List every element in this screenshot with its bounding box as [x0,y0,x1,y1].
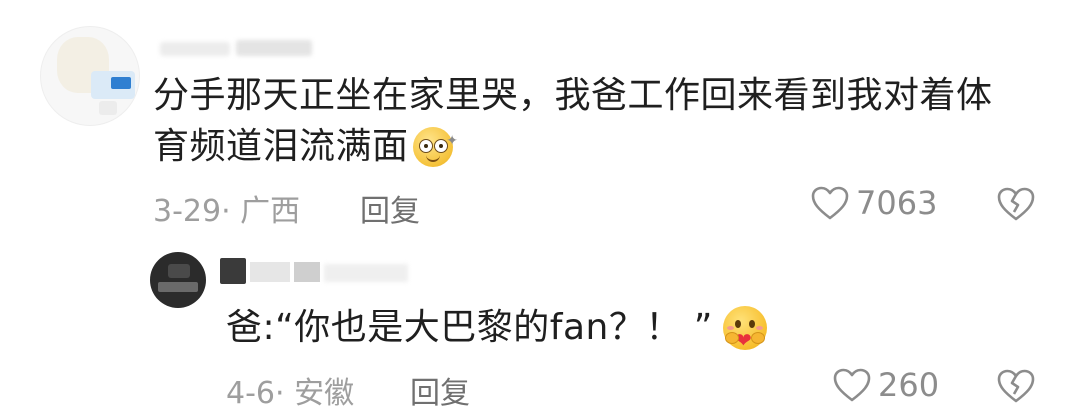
username-blurred[interactable] [220,256,420,286]
reply-button[interactable]: 回复 [410,368,470,412]
dislike-button[interactable] [996,186,1036,222]
comment-text: 分手那天正坐在家里哭，我爸工作回来看到我对着体 [153,75,993,116]
broken-heart-icon [997,187,1035,221]
reply-comment-text-row: 爸:“你也是大巴黎的fan？！ ” ❤ [226,306,767,350]
username-blurred[interactable] [160,36,320,62]
avatar[interactable] [150,252,206,308]
comment-date-location: 4-6· 安徽 [226,376,355,411]
reply-button[interactable]: 回复 [360,186,420,230]
dislike-button[interactable] [996,368,1036,404]
like-count: 260 [878,366,940,404]
comment-date-location: 3-29· 广西 [153,194,301,229]
reply-comment-text: 爸:“你也是大巴黎的fan？！ ” [226,307,713,348]
heart-outline-icon [811,186,849,220]
comment-text-continued: 育频道泪流满面 ✦ [153,125,458,169]
avatar[interactable] [40,26,140,126]
broken-heart-icon [997,369,1035,403]
comment-text-line2: 育频道泪流满面 [153,126,409,167]
dizzy-smile-emoji: ✦ [412,127,458,167]
like-button[interactable]: 260 [832,366,939,404]
heart-outline-icon [833,368,871,402]
like-button[interactable]: 7063 [810,184,937,222]
heart-hug-emoji: ❤ [722,306,767,350]
like-count: 7063 [856,184,938,222]
